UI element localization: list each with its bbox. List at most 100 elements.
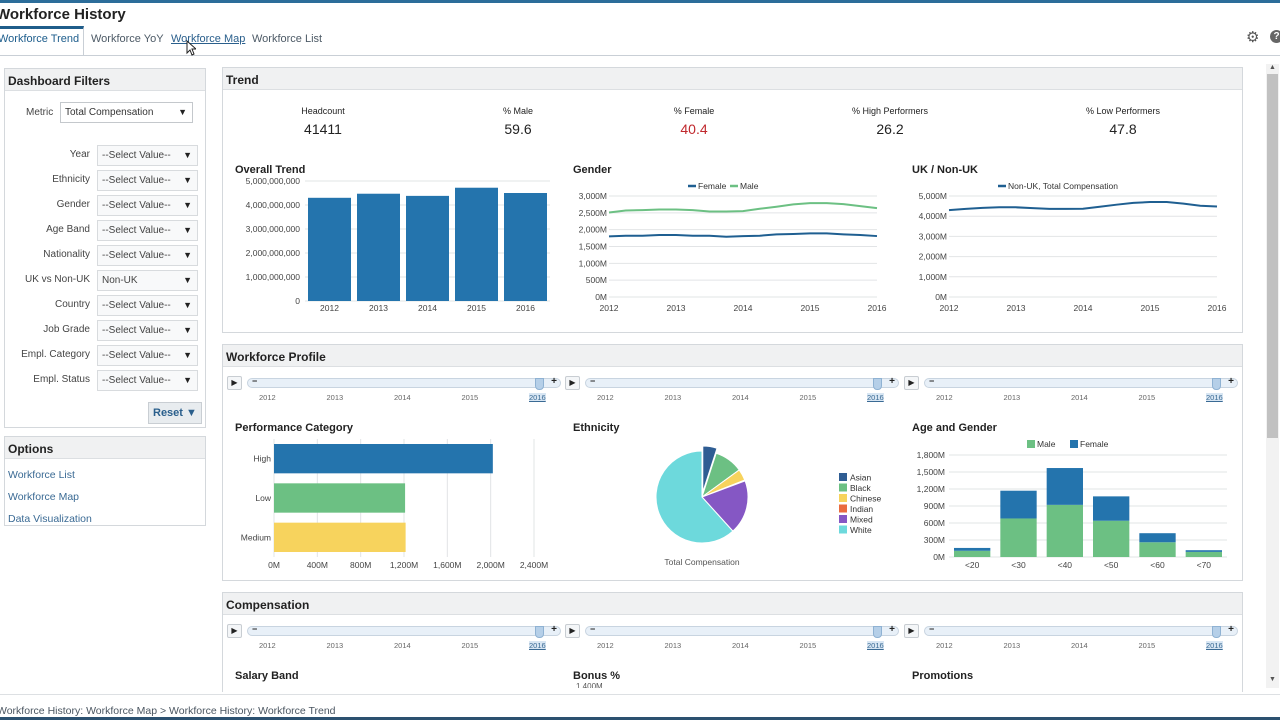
year-tick-label: 2012	[597, 393, 614, 402]
play-button[interactable]: ▶	[904, 376, 919, 390]
bar-2015	[455, 187, 498, 301]
plus-icon[interactable]: +	[551, 624, 557, 635]
tab-workforce-yoy[interactable]: Workforce YoY	[91, 33, 164, 45]
filter-select-nationality[interactable]: --Select Value-- ▼	[97, 245, 198, 266]
play-button[interactable]: ▶	[904, 624, 919, 638]
minus-icon[interactable]: −	[929, 376, 934, 386]
year-tick-label: 2014	[732, 393, 749, 402]
series-line-female	[608, 232, 878, 238]
plus-icon[interactable]: +	[1228, 624, 1234, 635]
x-tick-label: 2013	[369, 303, 388, 313]
bar-male-<60	[1139, 542, 1176, 557]
slider-handle[interactable]	[535, 626, 544, 638]
filter-select-country[interactable]: --Select Value-- ▼	[97, 295, 198, 316]
year-tick-label: 2014	[394, 393, 411, 402]
slider-track[interactable]: − +	[924, 376, 1238, 390]
year-tick-label: 2013	[326, 641, 344, 650]
legend-label: Male	[740, 181, 759, 191]
year-tick-label: 2013	[1003, 393, 1021, 402]
minus-icon[interactable]: −	[590, 624, 595, 634]
kpi-value: 41411	[304, 121, 342, 137]
option-link-workforce-map[interactable]: Workforce Map	[8, 491, 79, 503]
y-tick-label: 2,000M	[579, 225, 607, 235]
y-tick-label: 5,000M	[919, 191, 947, 201]
y-tick-label: 600M	[924, 518, 945, 528]
tab-workforce-map[interactable]: Workforce Map	[171, 33, 245, 45]
option-link-workforce-list[interactable]: Workforce List	[8, 469, 75, 481]
option-link-data-visualization[interactable]: Data Visualization	[8, 513, 92, 525]
slider-handle[interactable]	[873, 626, 882, 638]
minus-icon[interactable]: −	[252, 624, 257, 634]
tab-workforce-list[interactable]: Workforce List	[252, 33, 322, 45]
year-tick-label: 2014	[1071, 393, 1088, 402]
breadcrumb[interactable]: Workforce History: Workforce Map > Workf…	[0, 705, 336, 717]
slider-handle[interactable]	[1212, 626, 1221, 638]
reset-button[interactable]: Reset ▼	[148, 402, 202, 424]
plus-icon[interactable]: +	[889, 376, 895, 387]
vertical-scrollbar[interactable]: ▲ ▼	[1266, 64, 1279, 688]
minus-icon[interactable]: −	[252, 376, 257, 386]
filter-row: Age Band --Select Value-- ▼	[5, 220, 205, 242]
scrollbar-thumb[interactable]	[1267, 74, 1278, 438]
filter-select-empl-status[interactable]: --Select Value-- ▼	[97, 370, 198, 391]
bar-2014	[406, 195, 449, 301]
kpi-value: 26.2	[876, 121, 904, 137]
filter-select-job-grade[interactable]: --Select Value-- ▼	[97, 320, 198, 341]
kpi-value: 47.8	[1109, 121, 1137, 137]
minus-icon[interactable]: −	[590, 376, 595, 386]
selected-year-label: 2016	[529, 393, 546, 402]
bar-female-<50	[1093, 496, 1130, 521]
filter-row: Nationality --Select Value-- ▼	[5, 245, 205, 267]
slider-track[interactable]: − +	[247, 376, 561, 390]
overall-trend-chart: 0 1,000,000,000 2,000,000,000 3,000,000,000…	[246, 176, 550, 313]
kpi-male: % Male 59.6	[448, 106, 588, 137]
slider-track[interactable]: − +	[585, 376, 899, 390]
x-tick-label: 2,000M	[476, 560, 504, 570]
filter-label-empl-category: Empl. Category	[21, 349, 90, 360]
bar-male-<20	[954, 550, 991, 557]
plus-icon[interactable]: +	[551, 376, 557, 387]
scroll-up-icon[interactable]: ▲	[1266, 64, 1279, 74]
filter-select-empl-category[interactable]: --Select Value-- ▼	[97, 345, 198, 366]
gear-icon[interactable]: ⚙	[1246, 28, 1259, 46]
legend-label: Female	[1080, 439, 1109, 449]
legend-label: White	[850, 525, 872, 535]
bar-female-<20	[954, 547, 991, 551]
play-button[interactable]: ▶	[565, 376, 580, 390]
play-button[interactable]: ▶	[227, 624, 242, 638]
metric-select[interactable]: Total Compensation ▼	[60, 102, 193, 123]
filter-select-ethnicity[interactable]: --Select Value-- ▼	[97, 170, 198, 191]
page-title: Workforce History	[0, 6, 126, 23]
play-button[interactable]: ▶	[227, 376, 242, 390]
chevron-down-icon: ▼	[178, 107, 187, 117]
x-tick-label: 2015	[467, 303, 486, 313]
x-tick-label: 2014	[734, 303, 753, 313]
filter-select-uk-vs-non-uk[interactable]: Non-UK ▼	[97, 270, 198, 291]
filter-select-age-band[interactable]: --Select Value-- ▼	[97, 220, 198, 241]
plus-icon[interactable]: +	[889, 624, 895, 635]
filter-value: --Select Value--	[102, 350, 171, 361]
slider-track[interactable]: − +	[585, 624, 899, 638]
y-tick-label: 3,000M	[919, 231, 947, 241]
tab-workforce-trend[interactable]: Workforce Trend	[0, 33, 79, 45]
chevron-down-icon: ▼	[183, 200, 192, 210]
filter-select-gender[interactable]: --Select Value-- ▼	[97, 195, 198, 216]
minus-icon[interactable]: −	[929, 624, 934, 634]
kpi-headcount: Headcount 41411	[253, 106, 393, 137]
play-button[interactable]: ▶	[565, 624, 580, 638]
bar-female-<60	[1139, 533, 1176, 543]
filter-select-year[interactable]: --Select Value-- ▼	[97, 145, 198, 166]
slider-handle[interactable]	[535, 378, 544, 390]
x-tick-label: 2015	[801, 303, 820, 313]
trend-title: Trend	[223, 68, 1242, 90]
slider-handle[interactable]	[1212, 378, 1221, 390]
plus-icon[interactable]: +	[1228, 376, 1234, 387]
slider-handle[interactable]	[873, 378, 882, 390]
slider-track[interactable]: − +	[924, 624, 1238, 638]
slider-track[interactable]: − +	[247, 624, 561, 638]
scroll-down-icon[interactable]: ▼	[1266, 676, 1279, 686]
legend-swatch	[839, 515, 847, 523]
help-icon[interactable]: ?	[1270, 30, 1280, 43]
y-tick-label: 0	[295, 296, 300, 306]
legend-label: Asian	[850, 473, 872, 483]
